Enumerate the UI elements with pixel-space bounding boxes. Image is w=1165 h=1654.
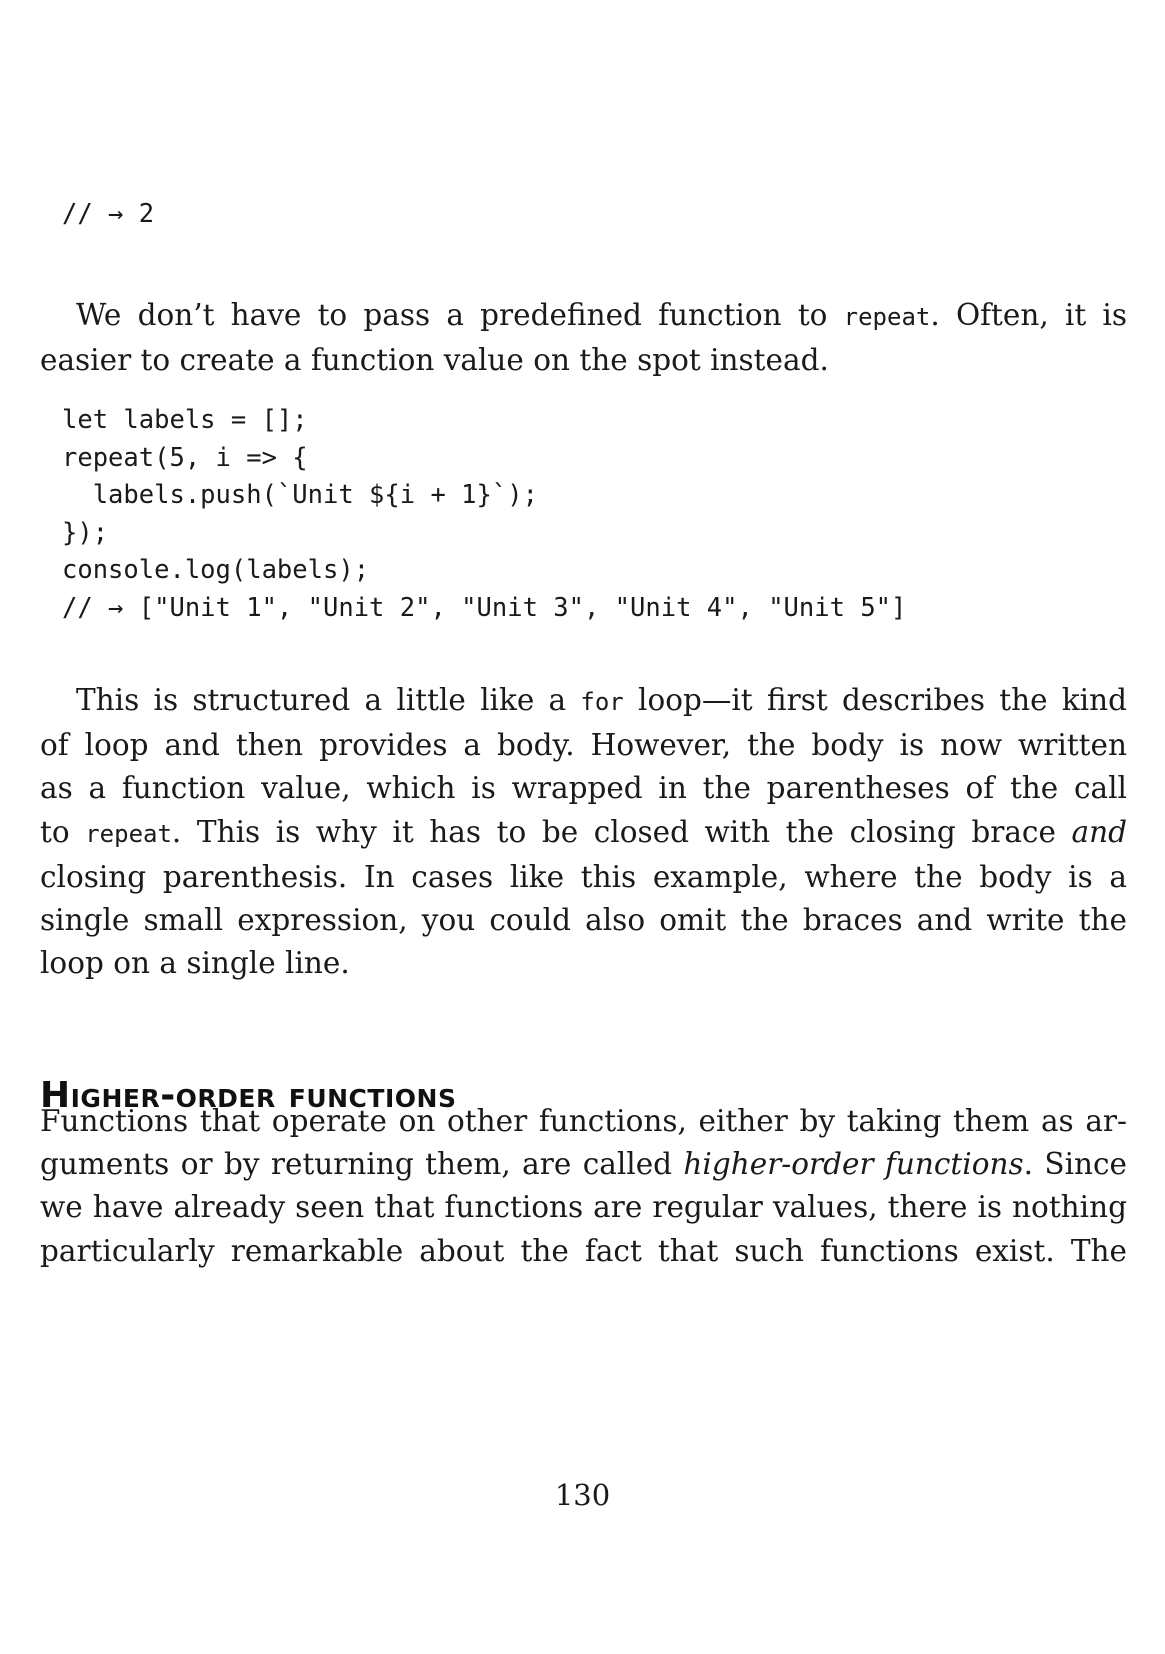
inline-code: repeat: [843, 303, 931, 331]
paragraph-higher-order-intro: Functions that operate on other function…: [40, 1100, 1127, 1273]
text-run: . Often, it is: [930, 298, 1128, 332]
code-line: labels.push(`Unit ${i + 1}`);: [62, 480, 538, 510]
paragraph-line: guments or by returning them, are called…: [40, 1143, 1127, 1186]
inline-code: for: [580, 688, 624, 716]
paragraph-line: loop on a single line.: [40, 946, 350, 981]
text-run: This is structured a little like a: [76, 683, 581, 717]
text-run: . Since: [1023, 1147, 1127, 1182]
paragraph-line: single small expression, you could also …: [40, 903, 1127, 938]
paragraph-line: This is structured a little like a for l…: [40, 679, 1127, 724]
emphasis: and: [1071, 814, 1127, 849]
paragraph-line: as a function value, which is wrapped in…: [40, 771, 1127, 806]
paragraph-line: easier to create a function value on the…: [40, 343, 829, 378]
inline-code: repeat: [85, 819, 172, 848]
paragraph-line: to repeat. This is why it has to be clos…: [40, 811, 1127, 856]
paragraph-line: Functions that operate on other function…: [40, 1104, 1127, 1138]
code-line: let labels = [];: [62, 405, 308, 435]
text-run: . This is why it has to be closed with t…: [171, 814, 1072, 849]
code-line: });: [62, 517, 109, 548]
text-run: to: [40, 814, 86, 849]
paragraph-line: We don’t have to pass a predefined funct…: [40, 294, 1127, 339]
paragraph-line: closing parenthesis. In cases like this …: [40, 859, 1127, 894]
text-run: We don’t have to pass a predefined funct…: [76, 298, 844, 332]
emphasis: higher-order functions: [683, 1147, 1024, 1182]
code-line: repeat(5, i => {: [62, 442, 308, 473]
paragraph-line: particularly remarkable about the fact t…: [40, 1233, 1127, 1268]
code-line: console.log(labels);: [62, 555, 370, 585]
text-run: loop—it first describes the kind: [623, 683, 1127, 717]
paragraph-line: of loop and then provides a body. Howeve…: [40, 728, 1127, 763]
text-run: guments or by returning them, are called: [40, 1147, 684, 1182]
code-output-line: // → 2: [62, 199, 155, 229]
paragraph-repeat-intro: We don’t have to pass a predefined funct…: [40, 294, 1127, 382]
book-page: // → 2 We don’t have to pass a predefine…: [0, 0, 1165, 1654]
code-block: let labels = []; repeat(5, i => { labels…: [62, 402, 906, 627]
paragraph-line: we have already seen that functions are …: [40, 1190, 1127, 1225]
paragraph-structure-explanation: This is structured a little like a for l…: [40, 679, 1127, 985]
code-line: // → ["Unit 1", "Unit 2", "Unit 3", "Uni…: [62, 592, 907, 623]
page-number: 130: [554, 1478, 611, 1512]
